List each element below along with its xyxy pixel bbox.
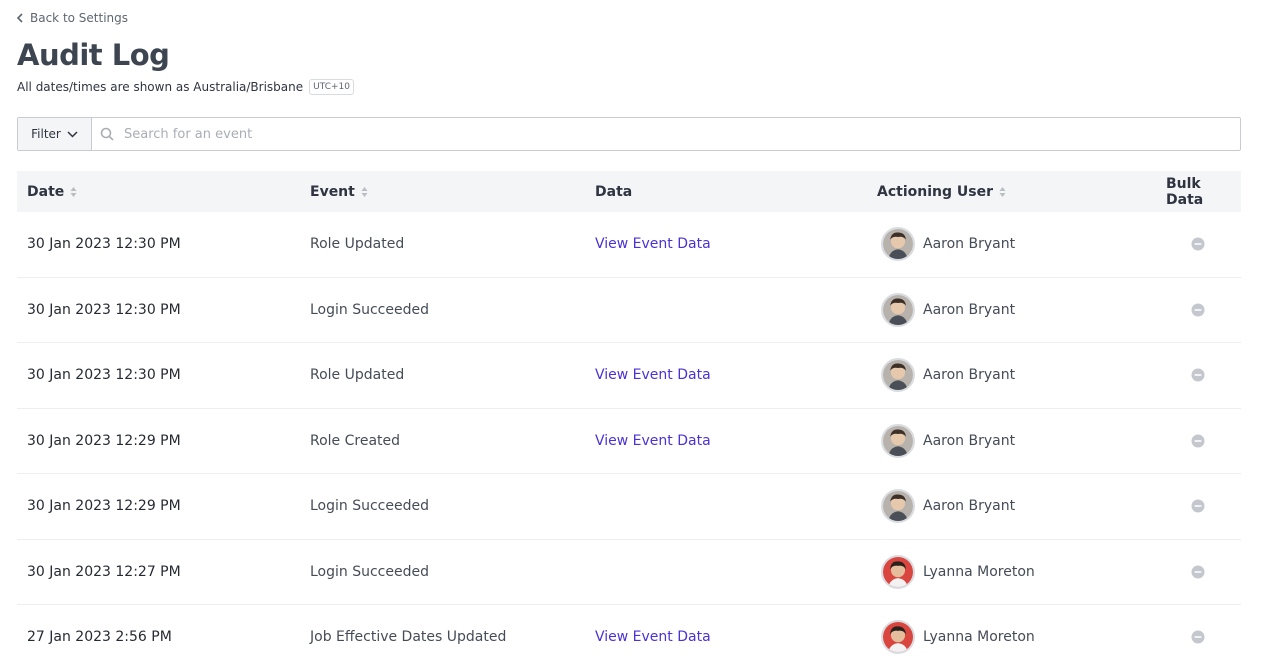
chevron-down-icon xyxy=(67,130,78,138)
avatar xyxy=(881,620,915,655)
bulk-data-toggle[interactable] xyxy=(1191,434,1205,448)
bulk-data-toggle[interactable] xyxy=(1191,368,1205,382)
sort-icon xyxy=(70,186,77,197)
column-header-bulk-data: Bulk Data xyxy=(1166,176,1241,208)
back-to-settings-link[interactable]: Back to Settings xyxy=(16,10,128,26)
audit-log-table: Date Event Data Actioning User Bulk Data… xyxy=(17,171,1241,670)
table-header: Date Event Data Actioning User Bulk Data xyxy=(17,171,1241,212)
minus-circle-icon xyxy=(1191,499,1205,513)
back-link-label: Back to Settings xyxy=(30,11,129,25)
row-event: Role Updated xyxy=(310,367,405,384)
row-date: 30 Jan 2023 12:30 PM xyxy=(27,236,181,253)
column-header-data-label: Data xyxy=(595,183,633,200)
view-event-data-link[interactable]: View Event Data xyxy=(595,629,711,645)
bulk-data-toggle[interactable] xyxy=(1191,565,1205,579)
row-event: Job Effective Dates Updated xyxy=(310,629,507,646)
minus-circle-icon xyxy=(1191,630,1205,644)
row-actioning-user: Aaron Bryant xyxy=(881,489,1016,524)
search-icon xyxy=(100,127,114,141)
table-row: 30 Jan 2023 12:30 PM Role Updated View E… xyxy=(17,212,1241,278)
user-name: Lyanna Moreton xyxy=(923,563,1035,580)
filter-button-label: Filter xyxy=(31,127,61,141)
page-title: Audit Log xyxy=(17,38,170,72)
chevron-left-icon xyxy=(16,13,23,23)
user-name: Aaron Bryant xyxy=(923,498,1016,515)
row-actioning-user: Aaron Bryant xyxy=(881,423,1016,458)
row-event: Login Succeeded xyxy=(310,563,429,580)
row-actioning-user: Aaron Bryant xyxy=(881,358,1016,393)
bulk-data-toggle[interactable] xyxy=(1191,303,1205,317)
timezone-note: All dates/times are shown as Australia/B… xyxy=(17,79,354,95)
sort-icon xyxy=(361,186,368,197)
user-name: Aaron Bryant xyxy=(923,432,1016,449)
column-header-user-label: Actioning User xyxy=(877,183,993,200)
row-date: 30 Jan 2023 12:27 PM xyxy=(27,563,181,580)
minus-circle-icon xyxy=(1191,237,1205,251)
row-actioning-user: Aaron Bryant xyxy=(881,227,1016,262)
sort-icon xyxy=(999,186,1006,197)
row-date: 30 Jan 2023 12:29 PM xyxy=(27,498,181,515)
bulk-data-toggle[interactable] xyxy=(1191,237,1205,251)
table-row: 30 Jan 2023 12:29 PM Role Created View E… xyxy=(17,409,1241,474)
bulk-data-toggle[interactable] xyxy=(1191,499,1205,513)
row-actioning-user: Lyanna Moreton xyxy=(881,620,1035,655)
table-row: 30 Jan 2023 12:30 PM Role Updated View E… xyxy=(17,343,1241,409)
row-event: Login Succeeded xyxy=(310,301,429,318)
row-actioning-user: Lyanna Moreton xyxy=(881,554,1035,589)
user-name: Lyanna Moreton xyxy=(923,629,1035,646)
row-event: Role Created xyxy=(310,432,401,449)
table-row: 30 Jan 2023 12:29 PM Login Succeeded Aar… xyxy=(17,474,1241,540)
view-event-data-link[interactable]: View Event Data xyxy=(595,367,711,383)
row-date: 30 Jan 2023 12:30 PM xyxy=(27,367,181,384)
bulk-data-toggle[interactable] xyxy=(1191,630,1205,644)
minus-circle-icon xyxy=(1191,565,1205,579)
timezone-text: All dates/times are shown as Australia/B… xyxy=(17,80,304,94)
avatar xyxy=(881,227,915,262)
view-event-data-link[interactable]: View Event Data xyxy=(595,236,711,252)
filter-bar: Filter xyxy=(17,117,1241,151)
column-header-date[interactable]: Date xyxy=(27,184,77,200)
table-row: 30 Jan 2023 12:30 PM Login Succeeded Aar… xyxy=(17,278,1241,343)
row-event: Login Succeeded xyxy=(310,498,429,515)
avatar xyxy=(881,292,915,327)
table-body: 30 Jan 2023 12:30 PM Role Updated View E… xyxy=(17,212,1241,670)
avatar xyxy=(881,554,915,589)
avatar xyxy=(881,489,915,524)
row-event: Role Updated xyxy=(310,236,405,253)
search-wrapper xyxy=(92,118,1240,150)
column-header-actioning-user[interactable]: Actioning User xyxy=(877,184,1006,200)
user-name: Aaron Bryant xyxy=(923,301,1016,318)
table-row: 30 Jan 2023 12:27 PM Login Succeeded Lya… xyxy=(17,540,1241,605)
minus-circle-icon xyxy=(1191,303,1205,317)
user-name: Aaron Bryant xyxy=(923,367,1016,384)
timezone-badge: UTC+10 xyxy=(309,79,354,95)
table-row: 27 Jan 2023 2:56 PM Job Effective Dates … xyxy=(17,605,1241,670)
search-input[interactable] xyxy=(124,118,1240,150)
column-header-data: Data xyxy=(595,184,632,200)
avatar xyxy=(881,423,915,458)
avatar xyxy=(881,358,915,393)
row-date: 30 Jan 2023 12:30 PM xyxy=(27,301,181,318)
filter-button[interactable]: Filter xyxy=(18,118,92,150)
view-event-data-link[interactable]: View Event Data xyxy=(595,433,711,449)
column-header-date-label: Date xyxy=(27,183,65,200)
row-actioning-user: Aaron Bryant xyxy=(881,292,1016,327)
row-date: 27 Jan 2023 2:56 PM xyxy=(27,629,172,646)
user-name: Aaron Bryant xyxy=(923,236,1016,253)
column-header-event-label: Event xyxy=(310,183,355,200)
row-date: 30 Jan 2023 12:29 PM xyxy=(27,432,181,449)
minus-circle-icon xyxy=(1191,368,1205,382)
column-header-bulk-label: Bulk Data xyxy=(1166,175,1204,208)
column-header-event[interactable]: Event xyxy=(310,184,368,200)
minus-circle-icon xyxy=(1191,434,1205,448)
